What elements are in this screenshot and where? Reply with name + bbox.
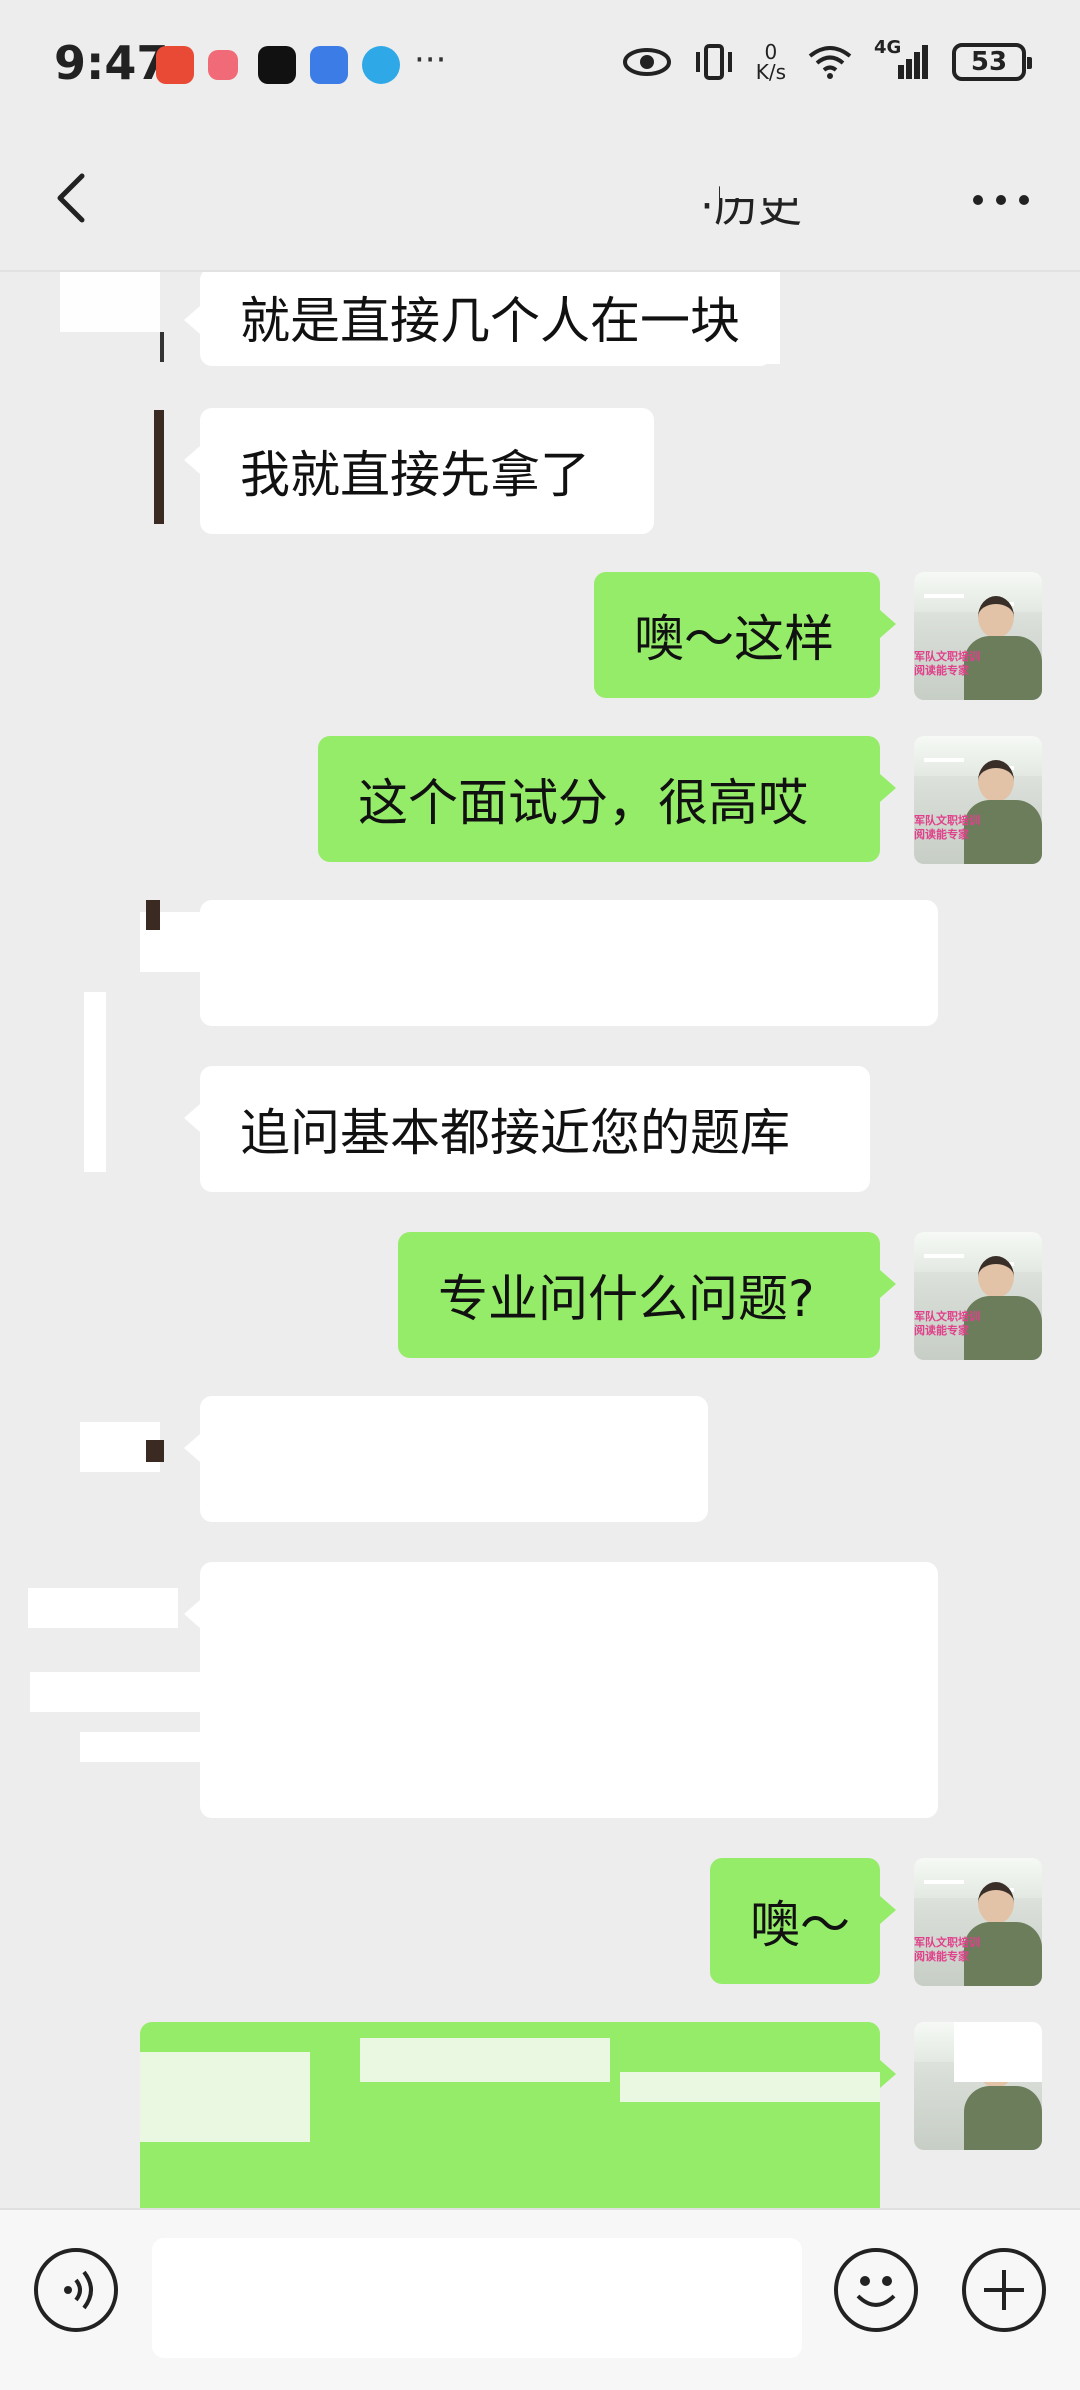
redacted-area [60,272,160,332]
message-list[interactable]: 就是直接几个人在一块 我就直接先拿了 噢～这样 军队文职培训 阅读能专家 这个面试… [0,272,1080,2208]
avatar-caption: 军队文职培训 阅读能专家 [914,1310,980,1337]
redacted-area [360,2038,610,2082]
chevron-left-icon[interactable] [44,168,104,228]
signal-group: 4G [874,37,932,81]
redacted-avatar-edge [154,410,164,524]
message-bubble-incoming[interactable]: 就是直接几个人在一块 [184,272,772,366]
message-text: 这个面试分，很高哎 [358,774,808,832]
vibrate-icon [695,44,732,80]
redacted-avatar-edge [146,900,160,930]
message-bubble-outgoing[interactable]: 噢～这样 [594,572,896,698]
wifi-icon [808,46,852,79]
battery-indicator: 53 [952,43,1032,81]
input-bar [0,2208,1080,2390]
eye-comfort-icon [622,48,671,76]
redacted-area [140,2052,310,2142]
message-bubble-incoming-redacted[interactable] [184,1396,708,1522]
message-bubble-incoming-redacted[interactable] [184,1562,938,1818]
more-dots-icon[interactable] [966,180,1036,220]
message-text: 噢～这样 [634,610,834,668]
redacted-area [84,992,106,1172]
user-avatar[interactable] [914,2022,1042,2150]
redacted-avatar-edge [146,1440,164,1462]
message-text: 我就直接先拿了 [240,446,590,504]
more-notifications-icon: ··· [414,40,447,80]
user-avatar[interactable]: 军队文职培训 阅读能专家 [914,1858,1042,1986]
redacted-area [740,272,780,364]
net-speed-value: 0 [764,40,778,64]
status-time: 9:47 [54,36,169,90]
redacted-title-area [720,168,890,198]
browser-notification-icon [362,46,400,84]
message-text: 噢～ [750,1896,850,1954]
message-bubble-outgoing[interactable]: 噢～ [710,1858,896,1984]
tiktok-notification-icon [258,46,296,84]
emoji-icon[interactable] [834,2248,918,2332]
redacted-area [28,1588,178,1628]
redacted-area [30,1672,200,1712]
redacted-area [80,1732,200,1762]
voice-icon[interactable] [34,2248,118,2332]
message-bubble-outgoing[interactable]: 专业问什么问题? [398,1232,896,1358]
avatar-caption: 军队文职培训 阅读能专家 [914,650,980,677]
message-text: 就是直接几个人在一块 [240,292,740,350]
avatar-caption: 军队文职培训 阅读能专家 [914,814,980,841]
app-notification-icon [310,46,348,84]
status-indicators: 0 K/s 4G 53 [622,37,1032,82]
redacted-area [620,2072,880,2102]
message-bubble-incoming[interactable]: 我就直接先拿了 [184,408,654,534]
signal-icon [898,45,928,79]
message-text: 专业问什么问题? [438,1270,815,1328]
redacted-area [954,2022,1042,2082]
message-bubble-outgoing[interactable]: 这个面试分，很高哎 [318,736,896,862]
plus-icon[interactable] [962,2248,1046,2332]
user-avatar[interactable]: 军队文职培训 阅读能专家 [914,736,1042,864]
message-input[interactable] [152,2238,802,2358]
user-avatar[interactable]: 军队文职培训 阅读能专家 [914,572,1042,700]
net-speed-unit: K/s [755,60,786,84]
message-bubble-incoming-redacted[interactable] [184,900,938,1026]
network-speed: 0 K/s [756,42,786,82]
chat-header: ·历史 [0,130,1080,272]
avatar-caption: 军队文职培训 阅读能专家 [914,1936,980,1963]
message-text: 追问基本都接近您的题库 [240,1104,790,1162]
message-bubble-incoming[interactable]: 追问基本都接近您的题库 [184,1066,870,1192]
redacted-avatar-edge [160,332,164,362]
status-bar: 9:47 ··· 0 K/s 4G 53 [0,0,1080,130]
app-notification-icon [156,46,194,84]
user-avatar[interactable]: 军队文职培训 阅读能专家 [914,1232,1042,1360]
app-notification-icon [208,50,238,80]
